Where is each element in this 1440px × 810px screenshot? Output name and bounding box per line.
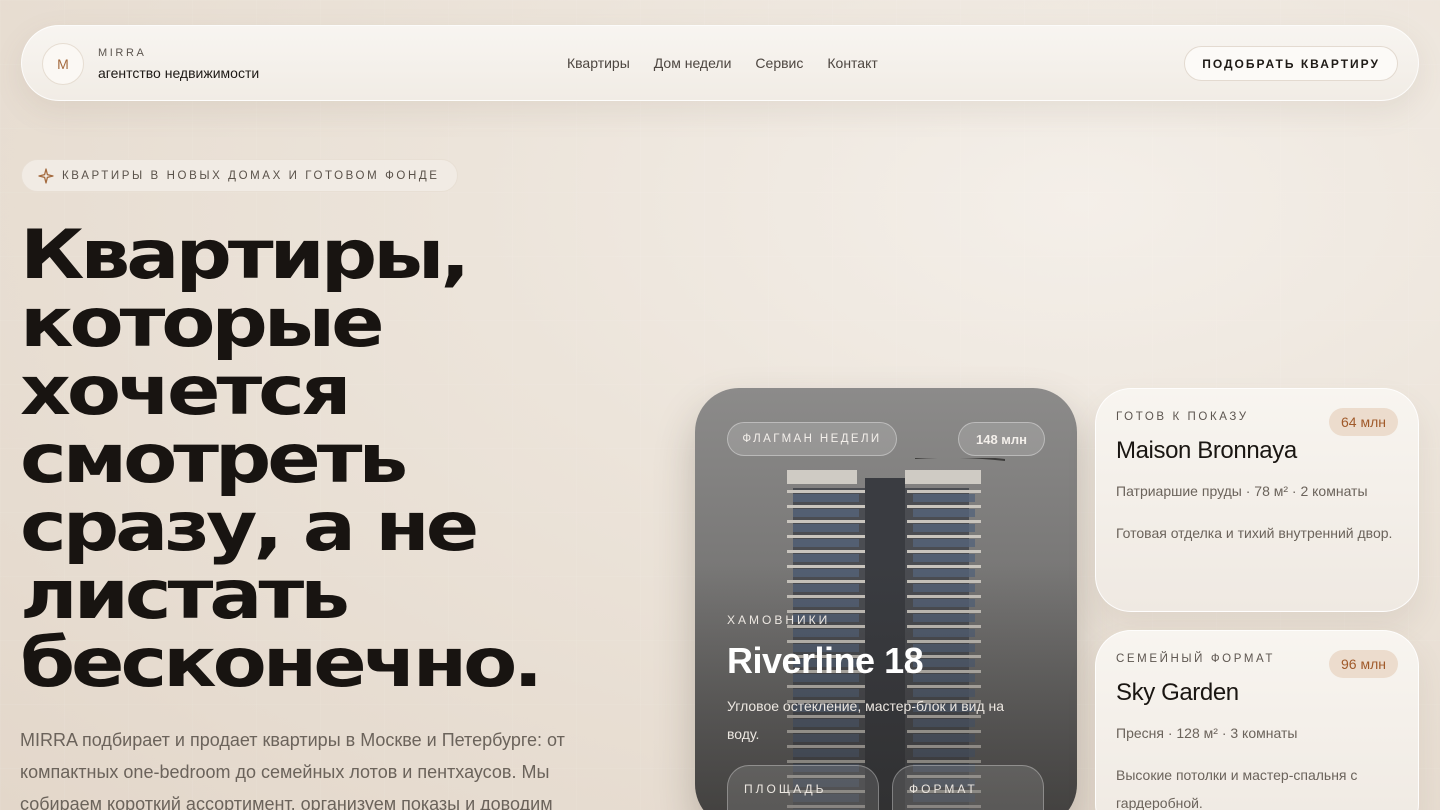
hero-tag: КВАРТИРЫ В НОВЫХ ДОМАХ И ГОТОВОМ ФОНДЕ — [21, 159, 458, 192]
stat-area-label: ПЛОЩАДЬ — [744, 782, 827, 796]
logo-badge[interactable]: M — [42, 43, 84, 85]
logo-letter: M — [57, 56, 69, 72]
hero-title-line: Квартиры, — [20, 216, 470, 295]
stat-format: ФОРМАТ — [892, 765, 1044, 810]
flagship-name[interactable]: Riverline 18 — [727, 640, 924, 682]
hero-title-line: смотреть — [20, 420, 408, 499]
hero-title-line: хочется — [20, 352, 351, 431]
card-status: СЕМЕЙНЫЙ ФОРМАТ — [1116, 653, 1276, 665]
card-meta: Пресня · 128 м² · 3 комнаты — [1116, 725, 1298, 741]
apartment-card[interactable]: СЕМЕЙНЫЙ ФОРМАТ 96 млн Sky Garden Пресня… — [1095, 630, 1419, 810]
flagship-price: 148 млн — [958, 422, 1045, 456]
hero-title-line: которые — [20, 284, 385, 363]
card-price-badge: 64 млн — [1329, 408, 1398, 436]
card-meta: Патриаршие пруды · 78 м² · 2 комнаты — [1116, 483, 1368, 499]
stat-area: ПЛОЩАДЬ — [727, 765, 879, 810]
hero-description: MIRRA подбирает и продает квартиры в Мос… — [20, 730, 565, 810]
hero-title: Квартиры, которые хочется смотреть сразу… — [20, 222, 762, 698]
top-navigation-bar: M MIRRA агентство недвижимости Квартиры … — [21, 25, 1419, 101]
sparkle-icon — [38, 167, 54, 184]
flagship-district: ХАМОВНИКИ — [727, 613, 831, 627]
flagship-description: Угловое остекление, мастер-блок и вид на… — [727, 698, 1005, 742]
card-title[interactable]: Sky Garden — [1116, 679, 1239, 707]
hero-tag-label: КВАРТИРЫ В НОВЫХ ДОМАХ И ГОТОВОМ ФОНДЕ — [62, 169, 440, 182]
hero-title-line: сразу, а не — [20, 488, 479, 567]
card-price-badge: 96 млн — [1329, 650, 1398, 678]
main-nav: Квартиры Дом недели Сервис Контакт — [567, 55, 878, 71]
card-description: Высокие потолки и мастер-спальня с гарде… — [1116, 767, 1358, 810]
nav-link-contact[interactable]: Контакт — [827, 55, 877, 71]
nav-link-service[interactable]: Сервис — [755, 55, 803, 71]
brand-name[interactable]: MIRRA — [98, 47, 146, 59]
hero-title-line: бесконечно. — [20, 624, 543, 703]
card-status: ГОТОВ К ПОКАЗУ — [1116, 411, 1249, 423]
find-apartment-button[interactable]: ПОДОБРАТЬ КВАРТИРУ — [1184, 46, 1398, 81]
hero-title-line: листать — [20, 556, 350, 635]
card-description: Готовая отделка и тихий внутренний двор. — [1116, 525, 1393, 541]
flagship-badge: ФЛАГМАН НЕДЕЛИ — [727, 422, 897, 456]
brand-subtitle: агентство недвижимости — [98, 65, 260, 81]
nav-link-apartments[interactable]: Квартиры — [567, 55, 630, 71]
stat-format-label: ФОРМАТ — [909, 782, 978, 796]
apartment-card[interactable]: ГОТОВ К ПОКАЗУ 64 млн Maison Bronnaya Па… — [1095, 388, 1419, 612]
card-title[interactable]: Maison Bronnaya — [1116, 437, 1297, 465]
flagship-card[interactable]: ФЛАГМАН НЕДЕЛИ 148 млн ХАМОВНИКИ Riverli… — [695, 388, 1077, 810]
nav-link-house-of-week[interactable]: Дом недели — [654, 55, 732, 71]
